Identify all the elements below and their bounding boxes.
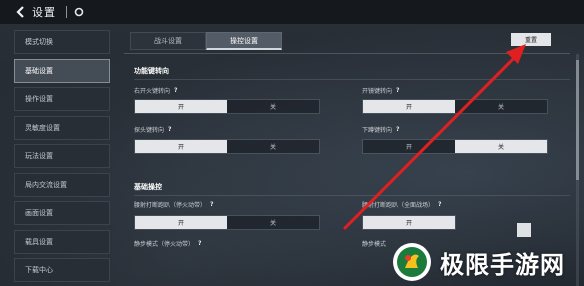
sidebar-item-vehicle-settings[interactable]: 载具设置	[14, 229, 110, 254]
toggle-option-on[interactable]: 开	[363, 216, 455, 229]
toggle-right-fire: 开 关	[134, 99, 320, 114]
scrollbar-thumb[interactable]	[576, 60, 579, 180]
toggle-option-off[interactable]: 关	[227, 140, 319, 153]
help-question-icon[interactable]: ?	[438, 201, 441, 208]
toggle-option-on[interactable]: 开	[363, 140, 455, 153]
sidebar: 模式切换 基础设置 操作设置 灵敏度设置 玩法设置 局内交流设置 画面设置 载具…	[14, 30, 110, 286]
section-divider	[134, 195, 570, 196]
option-label-lean: 探头键转向 ?	[134, 126, 172, 134]
sidebar-item-sensitivity-settings[interactable]: 灵敏度设置	[14, 115, 110, 140]
toggle-hipfire-interrupt-battlefield: 开	[362, 215, 456, 230]
option-label-quiet-mode-right: 静步模式	[362, 241, 387, 248]
site-watermark: 极限手游网	[392, 240, 582, 284]
toggle-crouch: 开 关	[362, 139, 548, 154]
toggle-scope: 开 关	[362, 99, 548, 114]
toggle-option-off[interactable]: 关	[227, 100, 319, 113]
section-title-function-keys: 功能键转向	[134, 67, 169, 75]
sidebar-item-download-center[interactable]: 下载中心	[14, 258, 110, 282]
watermark-logo-icon	[393, 243, 431, 281]
toggle-hipfire-interrupt: 开 关	[134, 215, 320, 230]
settings-ring-icon	[73, 6, 85, 18]
watermark-text: 极限手游网	[440, 250, 565, 279]
help-question-icon[interactable]: ?	[168, 126, 171, 133]
sidebar-item-mode-switch[interactable]: 模式切换	[14, 30, 110, 54]
help-question-icon[interactable]: ?	[210, 201, 213, 208]
help-question-icon[interactable]: ?	[174, 87, 177, 94]
option-label-quiet-mode: 静步模式（停火动带） ?	[134, 240, 202, 248]
help-question-icon[interactable]: ?	[396, 126, 399, 133]
sidebar-item-comms-settings[interactable]: 局内交流设置	[14, 172, 110, 197]
help-question-icon[interactable]: ?	[198, 240, 201, 247]
toggle-option-off[interactable]: 关	[455, 100, 547, 113]
tab-divider	[124, 53, 570, 54]
toggle-option-on[interactable]: 开	[135, 140, 227, 153]
toggle-option-off[interactable]: 关	[227, 216, 319, 229]
help-question-icon[interactable]: ?	[396, 87, 399, 94]
toggle-option-off[interactable]: 关	[455, 140, 547, 153]
slider-thumb[interactable]	[517, 223, 531, 237]
title-divider	[66, 6, 67, 18]
toggle-option-on[interactable]: 开	[135, 100, 227, 113]
toggle-option-on[interactable]: 开	[363, 100, 455, 113]
tab-control-settings[interactable]: 操控设置	[206, 32, 282, 50]
top-bar: 设置	[0, 0, 584, 24]
section-title-basic-controls: 基础操控	[134, 183, 162, 191]
option-label-hipfire-interrupt-battlefield: 腰射打断跑趴（全面战场） ?	[362, 201, 442, 209]
tab-bar: 战斗设置 操控设置	[130, 32, 282, 50]
sidebar-item-operation-settings[interactable]: 操作设置	[14, 87, 110, 111]
section-divider	[134, 79, 570, 80]
page-title: 设置	[32, 6, 56, 19]
sidebar-item-gameplay-settings[interactable]: 玩法设置	[14, 144, 110, 168]
reset-button[interactable]: 重置	[511, 33, 551, 46]
toggle-option-on[interactable]: 开	[135, 216, 227, 229]
option-label-crouch: 下蹲键转向 ?	[362, 126, 400, 134]
toggle-lean: 开 关	[134, 139, 320, 154]
option-label-hipfire-interrupt: 腰射打断跑趴（停火动带） ?	[134, 201, 214, 209]
tab-combat-settings[interactable]: 战斗设置	[130, 32, 206, 50]
option-label-scope: 开镜键转向 ?	[362, 87, 400, 95]
sidebar-item-basic-settings[interactable]: 基础设置	[14, 58, 110, 83]
sidebar-item-graphics-settings[interactable]: 画面设置	[14, 201, 110, 225]
option-label-right-fire: 右开火键转向 ?	[134, 87, 178, 95]
back-arrow-icon[interactable]	[12, 4, 28, 20]
